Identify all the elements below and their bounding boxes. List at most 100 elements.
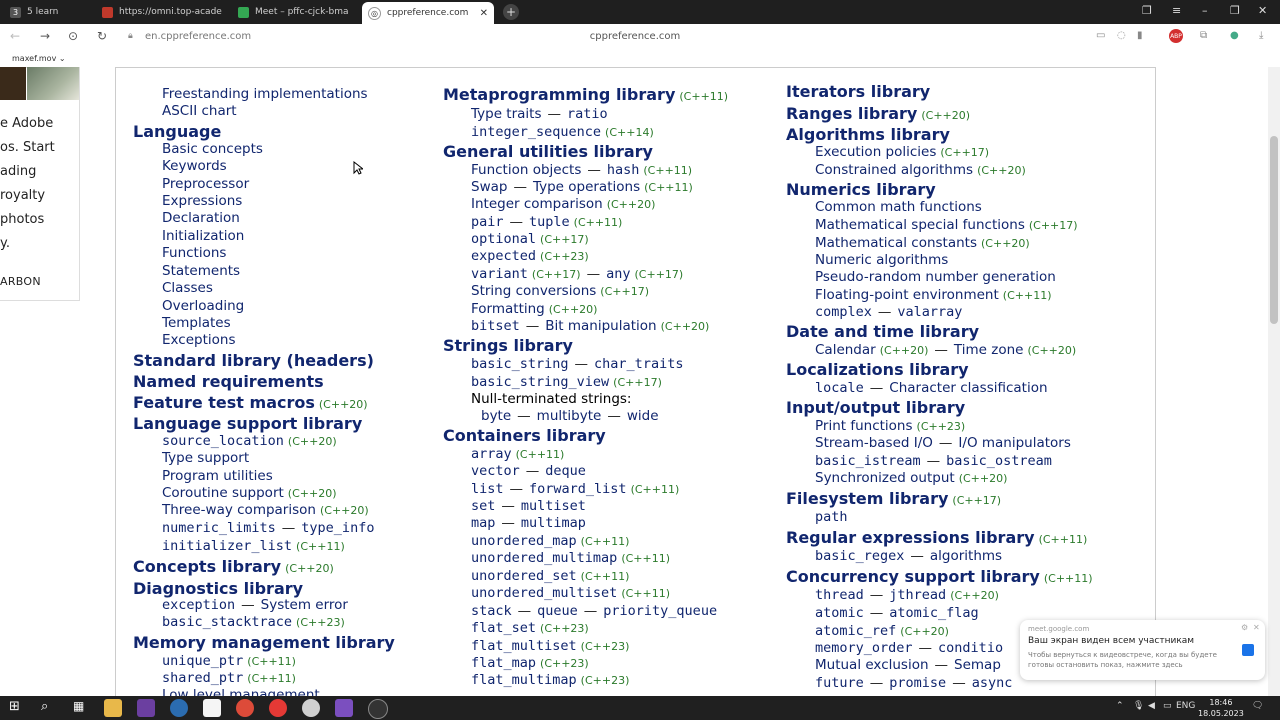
index-link-mathematical-constants[interactable]: Mathematical constants (C++20) bbox=[815, 235, 1030, 251]
index-link-constrained-algorithms[interactable]: Constrained algorithms (C++20) bbox=[815, 162, 1026, 178]
tray-chevron-icon[interactable]: ⌃ bbox=[1116, 701, 1124, 711]
index-link-map[interactable]: map — multimap bbox=[471, 515, 586, 531]
link-text[interactable]: Language bbox=[133, 122, 221, 141]
tab-cppreference[interactable]: ◎ cppreference.com ✕ bbox=[362, 2, 494, 24]
index-link-stream-based-i-o[interactable]: Stream-based I/O — I/O manipulators bbox=[815, 435, 1071, 451]
section-heading-containers-library[interactable]: Containers library bbox=[443, 426, 606, 445]
link-text[interactable]: Named requirements bbox=[133, 372, 324, 391]
link-text[interactable]: Numeric algorithms bbox=[815, 252, 948, 268]
link-text[interactable]: atomic bbox=[815, 605, 864, 621]
link-text[interactable]: Type support bbox=[162, 450, 249, 466]
section-heading-diagnostics-library[interactable]: Diagnostics library bbox=[133, 579, 303, 598]
link-text[interactable]: basic_string_view bbox=[471, 374, 609, 390]
settings-icon[interactable]: ⚙ bbox=[1241, 623, 1248, 632]
network-icon[interactable]: ▭ bbox=[1163, 701, 1172, 711]
link-text[interactable]: stack bbox=[471, 603, 512, 619]
link-text[interactable]: atomic_flag bbox=[889, 605, 978, 621]
link-text[interactable]: wide bbox=[627, 408, 659, 424]
link-text[interactable]: Numerics library bbox=[786, 180, 936, 199]
link-text[interactable]: ratio bbox=[567, 106, 608, 122]
link-text[interactable]: unordered_set bbox=[471, 568, 577, 584]
link-text[interactable]: flat_map bbox=[471, 655, 536, 671]
section-heading-algorithms-library[interactable]: Algorithms library bbox=[786, 125, 950, 144]
index-link-complex[interactable]: complex — valarray bbox=[815, 304, 962, 320]
index-link-array[interactable]: array (C++11) bbox=[471, 446, 564, 462]
link-text[interactable]: Containers library bbox=[443, 426, 606, 445]
home-icon[interactable]: ⊙ bbox=[68, 29, 78, 43]
link-text[interactable]: Formatting bbox=[471, 301, 545, 317]
link-text[interactable]: basic_regex bbox=[815, 548, 904, 564]
volume-icon[interactable]: ◀︎ bbox=[1148, 701, 1155, 711]
index-link-common-math-functions[interactable]: Common math functions bbox=[815, 199, 982, 215]
link-text[interactable]: any bbox=[606, 266, 630, 282]
task-view-icon[interactable]: ▦ bbox=[73, 699, 84, 713]
link-text[interactable]: multiset bbox=[521, 498, 586, 514]
index-link-flat-multiset[interactable]: flat_multiset (C++23) bbox=[471, 638, 629, 654]
link-text[interactable]: deque bbox=[545, 463, 586, 479]
yandex-browser-icon[interactable] bbox=[302, 699, 320, 717]
link-text[interactable]: Memory management library bbox=[133, 633, 395, 652]
link-text[interactable]: array bbox=[471, 446, 512, 462]
close-window-icon[interactable]: ✕ bbox=[1258, 4, 1267, 17]
link-text[interactable]: Expressions bbox=[162, 193, 242, 209]
index-link-initializer-list[interactable]: initializer_list (C++11) bbox=[162, 538, 345, 554]
bookmark-icon[interactable]: ▮ bbox=[1137, 30, 1143, 41]
index-link-memory-order[interactable]: memory_order — conditio bbox=[815, 640, 1003, 656]
section-heading-concepts-library[interactable]: Concepts library (C++20) bbox=[133, 557, 334, 576]
link-text[interactable]: path bbox=[815, 509, 848, 525]
index-link-optional[interactable]: optional (C++17) bbox=[471, 231, 589, 247]
download-icon[interactable]: ⤓ bbox=[1259, 30, 1263, 41]
link-text[interactable]: Language support library bbox=[133, 414, 362, 433]
index-link-mathematical-special-functions[interactable]: Mathematical special functions (C++17) bbox=[815, 217, 1078, 233]
section-heading-standard-library-headers[interactable]: Standard library (headers) bbox=[133, 351, 374, 370]
link-text[interactable]: source_location bbox=[162, 433, 284, 449]
index-link-atomic-ref[interactable]: atomic_ref (C++20) bbox=[815, 623, 949, 639]
index-link-exceptions[interactable]: Exceptions bbox=[162, 332, 235, 348]
index-link-integer-comparison[interactable]: Integer comparison (C++20) bbox=[471, 196, 655, 212]
close-icon[interactable]: ✕ bbox=[1253, 623, 1260, 632]
reader-icon[interactable]: ▭ bbox=[1096, 30, 1105, 41]
search-icon[interactable]: ⌕ bbox=[41, 699, 48, 714]
index-link-overloading[interactable]: Overloading bbox=[162, 298, 244, 314]
index-link-unordered-map[interactable]: unordered_map (C++11) bbox=[471, 533, 629, 549]
chrome-icon[interactable] bbox=[236, 699, 254, 717]
minimize-icon[interactable]: – bbox=[1202, 4, 1208, 17]
link-text[interactable]: Feature test macros bbox=[133, 393, 315, 412]
link-text[interactable]: basic_string bbox=[471, 356, 569, 372]
link-text[interactable]: Bit manipulation bbox=[545, 318, 656, 334]
visual-studio-icon[interactable] bbox=[137, 699, 155, 717]
section-heading-strings-library[interactable]: Strings library bbox=[443, 336, 573, 355]
link-text[interactable]: byte bbox=[481, 408, 511, 424]
tab-learn[interactable]: 3 5 learn bbox=[4, 2, 90, 22]
link-text[interactable]: Common math functions bbox=[815, 199, 982, 215]
index-link-ascii-chart[interactable]: ASCII chart bbox=[162, 103, 237, 119]
index-link-numeric-limits[interactable]: numeric_limits — type_info bbox=[162, 520, 374, 536]
link-text[interactable]: algorithms bbox=[930, 548, 1002, 564]
link-text[interactable]: Statements bbox=[162, 263, 240, 279]
link-text[interactable]: char_traits bbox=[594, 356, 683, 372]
link-text[interactable]: basic_stacktrace bbox=[162, 614, 292, 630]
link-text[interactable]: Diagnostics library bbox=[133, 579, 303, 598]
link-text[interactable]: priority_queue bbox=[603, 603, 717, 619]
link-text[interactable]: initializer_list bbox=[162, 538, 292, 554]
index-link-unordered-multiset[interactable]: unordered_multiset (C++11) bbox=[471, 585, 670, 601]
maximize-icon[interactable]: ❐ bbox=[1230, 4, 1240, 17]
link-text[interactable]: list bbox=[471, 481, 504, 497]
index-link-vector[interactable]: vector — deque bbox=[471, 463, 586, 479]
link-text[interactable]: unique_ptr bbox=[162, 653, 243, 669]
section-heading-iterators-library[interactable]: Iterators library bbox=[786, 82, 930, 101]
link-text[interactable]: unordered_map bbox=[471, 533, 577, 549]
link-text[interactable]: Strings library bbox=[443, 336, 573, 355]
meet-participant-label[interactable]: maxef.mov ⌄ bbox=[12, 54, 66, 63]
tab-meet[interactable]: Meet – pffc-cjck-bma bbox=[232, 2, 360, 22]
adblock-icon[interactable]: ABP bbox=[1169, 29, 1183, 43]
section-heading-named-requirements[interactable]: Named requirements bbox=[133, 372, 324, 391]
index-link-path[interactable]: path bbox=[815, 509, 848, 525]
index-link-basic-string[interactable]: basic_string — char_traits bbox=[471, 356, 683, 372]
link-text[interactable]: bitset bbox=[471, 318, 520, 334]
link-text[interactable]: Mathematical special functions bbox=[815, 217, 1025, 233]
index-link-print-functions[interactable]: Print functions (C++23) bbox=[815, 418, 965, 434]
section-heading-feature-test-macros[interactable]: Feature test macros (C++20) bbox=[133, 393, 368, 412]
link-text[interactable]: Program utilities bbox=[162, 468, 273, 484]
link-text[interactable]: Metaprogramming library bbox=[443, 85, 675, 104]
